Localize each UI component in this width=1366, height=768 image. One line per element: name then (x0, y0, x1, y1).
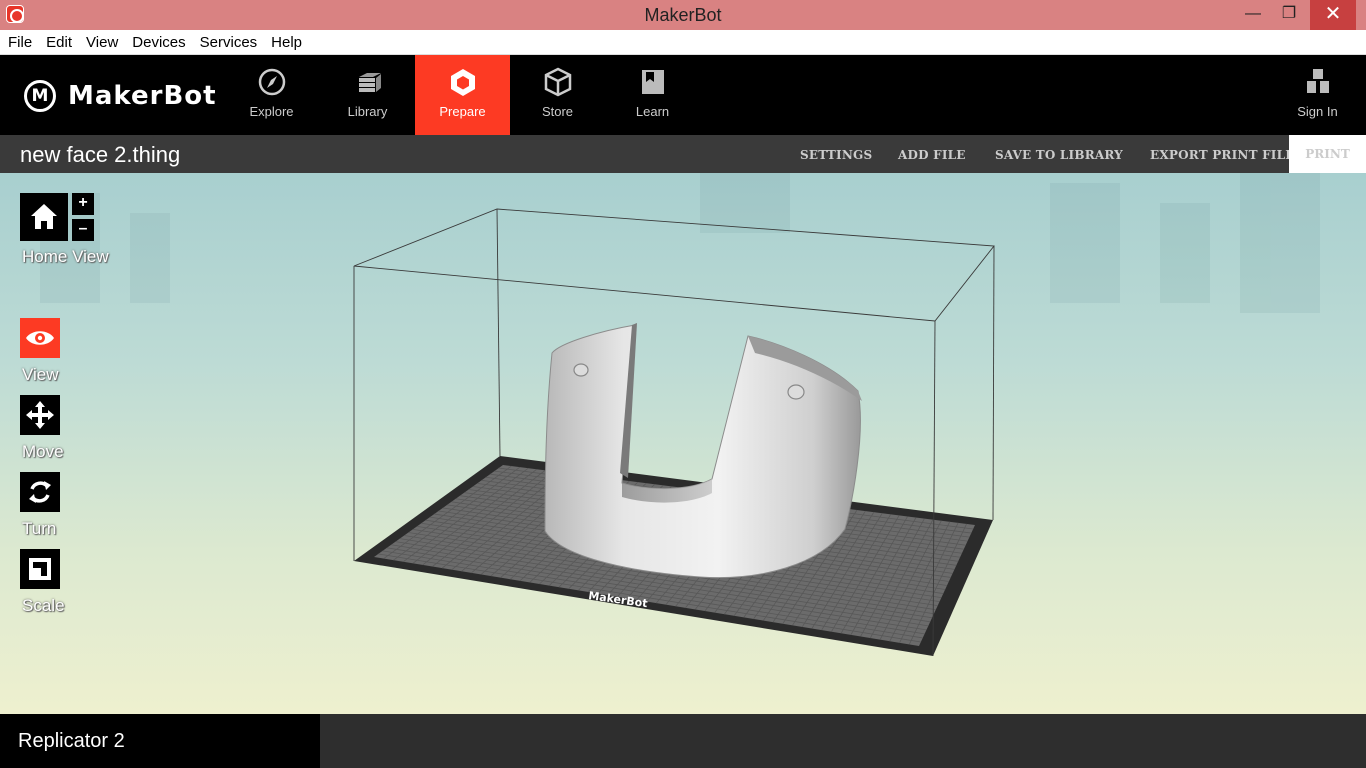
learn-icon (642, 70, 664, 94)
main-nav: MakerBot Explore Library Prepare Store (0, 55, 1366, 135)
project-toolbar: new face 2.thing SETTINGS ADD FILE SAVE … (0, 135, 1366, 173)
device-name: Replicator 2 (18, 730, 125, 752)
turn-tool-button[interactable] (20, 472, 60, 512)
close-button[interactable]: ✕ (1310, 0, 1356, 30)
nav-label: Prepare (439, 104, 486, 119)
logo-text: MakerBot (68, 81, 217, 111)
home-icon (31, 204, 57, 229)
nav-label: Store (541, 104, 574, 119)
settings-button[interactable]: SETTINGS (800, 148, 872, 162)
nav-explore[interactable]: Explore (224, 55, 319, 135)
nav-label: Explore (249, 104, 294, 119)
move-tool-button[interactable] (20, 395, 60, 435)
sign-in-button[interactable]: Sign In (1270, 55, 1365, 135)
status-bar: Replicator 2 (0, 714, 1366, 768)
nav-prepare[interactable]: Prepare (415, 55, 510, 135)
title-bar: MakerBot — ❐ ✕ (0, 0, 1366, 30)
eye-icon (26, 331, 54, 345)
zoom-in-button[interactable]: + (72, 193, 94, 215)
scale-tool-button[interactable] (20, 549, 60, 589)
menu-bar: File Edit View Devices Services Help (0, 30, 1366, 55)
scale-icon (29, 558, 51, 580)
save-to-library-button[interactable]: SAVE TO LIBRARY (995, 148, 1123, 162)
device-selector[interactable]: Replicator 2 (0, 714, 320, 768)
nav-store[interactable]: Store (510, 55, 605, 135)
menu-services[interactable]: Services (192, 30, 264, 51)
prepare-icon (451, 69, 475, 96)
nav-label: Sign In (1297, 104, 1338, 119)
compass-icon (258, 68, 286, 96)
3d-model[interactable] (544, 323, 862, 579)
restore-button[interactable]: ❐ (1274, 0, 1304, 30)
logo-icon (24, 80, 56, 112)
nav-label: Learn (635, 104, 670, 119)
store-icon (544, 67, 572, 97)
zoom-out-button[interactable]: – (72, 219, 94, 241)
print-button[interactable]: PRINT (1289, 135, 1366, 173)
home-view-button[interactable] (20, 193, 68, 241)
rotate-icon (29, 481, 51, 503)
background-texture (40, 173, 1320, 313)
menu-help[interactable]: Help (263, 30, 308, 51)
window-title: MakerBot (644, 5, 722, 25)
menu-view[interactable]: View (78, 30, 124, 51)
menu-edit[interactable]: Edit (38, 30, 78, 51)
nav-learn[interactable]: Learn (605, 55, 700, 135)
turn-tool-label: Turn (22, 519, 57, 538)
user-icon (1307, 69, 1329, 93)
home-view-label: Home View (22, 247, 109, 266)
add-file-button[interactable]: ADD FILE (898, 148, 966, 162)
scale-tool-label: Scale (22, 596, 65, 615)
menu-devices[interactable]: Devices (124, 30, 191, 51)
move-icon (26, 401, 54, 429)
view-tool-button[interactable] (20, 318, 60, 358)
export-print-file-button[interactable]: EXPORT PRINT FILE (1150, 148, 1295, 162)
library-icon (359, 73, 381, 92)
build-scene[interactable]: MakerBot (0, 173, 1366, 714)
menu-file[interactable]: File (0, 30, 38, 51)
makerbot-logo[interactable]: MakerBot (24, 79, 217, 113)
view-tool-label: View (22, 365, 59, 384)
file-title: new face 2.thing (20, 142, 181, 167)
nav-library[interactable]: Library (320, 55, 415, 135)
move-tool-label: Move (22, 442, 64, 461)
3d-viewport[interactable]: MakerBot + – Home View View Move Turn Sc… (0, 173, 1366, 714)
minimize-button[interactable]: — (1240, 0, 1266, 30)
nav-label: Library (347, 104, 388, 119)
